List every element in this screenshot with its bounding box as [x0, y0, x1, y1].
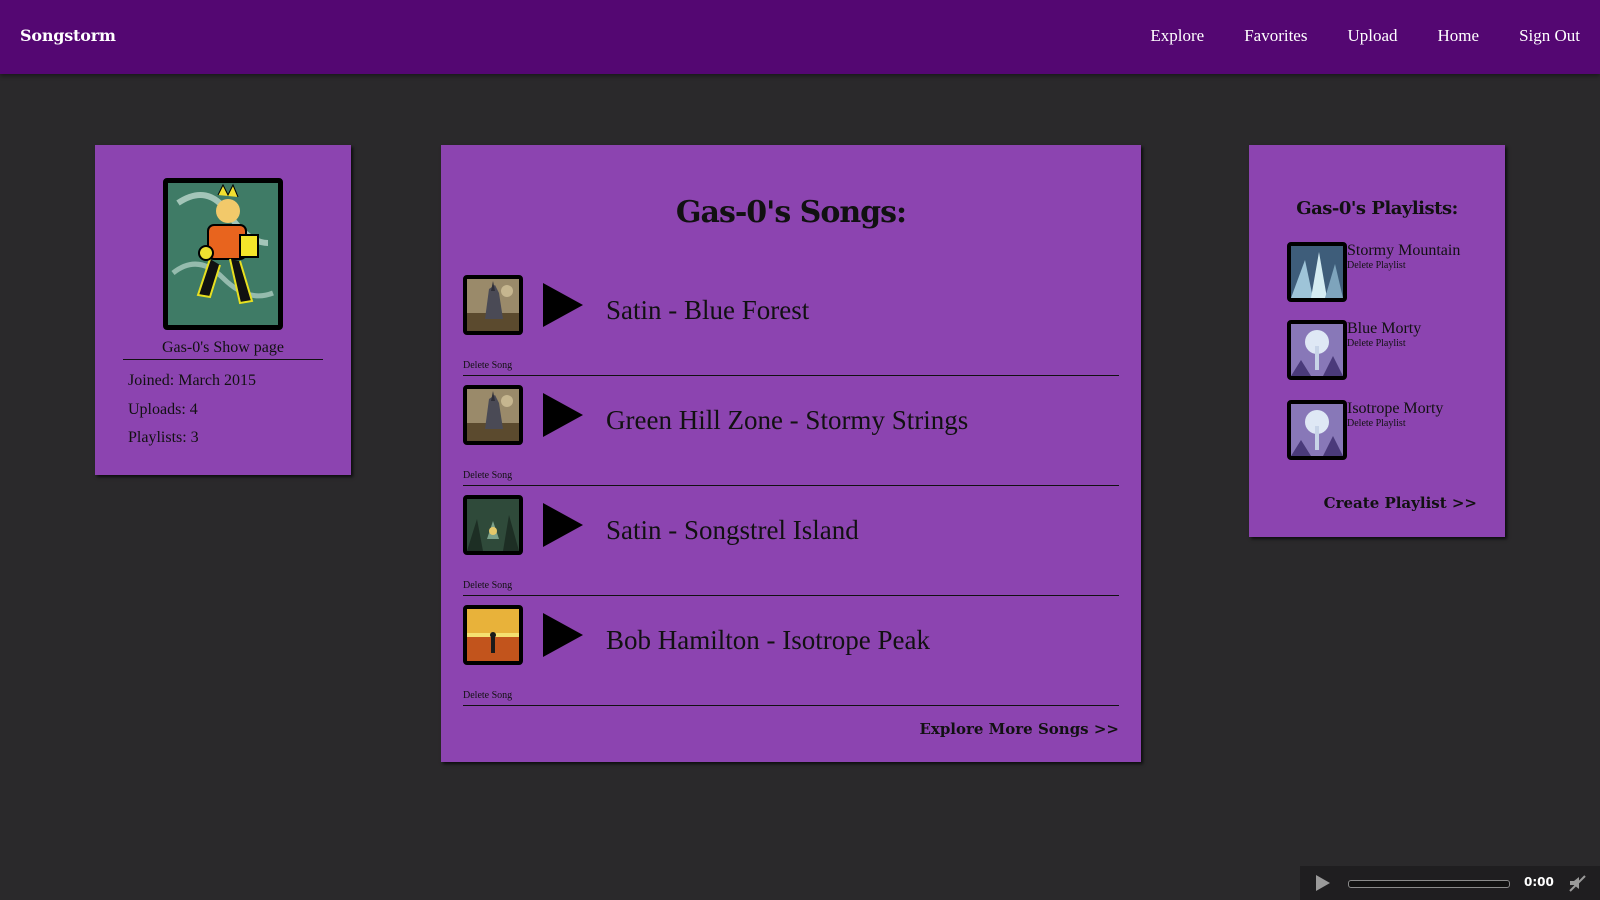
song-thumbnail	[463, 605, 523, 665]
song-title[interactable]: Green Hill Zone - Stormy Strings	[606, 405, 968, 436]
play-icon[interactable]	[543, 283, 583, 327]
song-artwork-icon	[467, 609, 519, 661]
playlist-title[interactable]: Blue Morty	[1347, 320, 1421, 337]
delete-playlist-link[interactable]: Delete Playlist	[1347, 338, 1477, 350]
playlist-artwork-icon	[1291, 404, 1343, 456]
song-title[interactable]: Bob Hamilton - Isotrope Peak	[606, 625, 930, 656]
profile-uploads: Uploads: 4	[128, 401, 198, 418]
delete-playlist-link[interactable]: Delete Playlist	[1347, 260, 1477, 272]
playlists-card: Gas-0's Playlists: Stormy Mountain Delet…	[1249, 145, 1505, 537]
player-play-icon[interactable]	[1316, 875, 1330, 891]
explore-more-songs-link[interactable]: Explore More Songs >>	[919, 720, 1119, 738]
playlist-item: Isotrope Morty Delete Playlist	[1287, 400, 1487, 462]
playlist-title[interactable]: Isotrope Morty	[1347, 400, 1443, 417]
playlist-artwork-icon	[1291, 246, 1343, 298]
player-time: 0:00	[1524, 875, 1554, 889]
profile-avatar	[163, 178, 283, 330]
playlist-artwork-icon	[1291, 324, 1343, 376]
profile-card: Gas-0's Show page Joined: March 2015 Upl…	[95, 145, 351, 475]
playlists-title: Gas-0's Playlists:	[1296, 198, 1458, 219]
song-title[interactable]: Satin - Songstrel Island	[606, 515, 859, 546]
delete-playlist-link[interactable]: Delete Playlist	[1347, 418, 1477, 430]
delete-song-link[interactable]: Delete Song	[463, 360, 512, 371]
brand-logo[interactable]: Songstorm	[20, 26, 116, 45]
song-row: Satin - Songstrel Island Delete Song	[463, 495, 1119, 596]
top-nav-bar: Songstorm Explore Favorites Upload Home …	[0, 0, 1600, 74]
song-artwork-icon	[467, 389, 519, 441]
playlist-thumbnail[interactable]	[1287, 242, 1347, 302]
song-artwork-icon	[467, 499, 519, 551]
delete-song-link[interactable]: Delete Song	[463, 470, 512, 481]
create-playlist-link[interactable]: Create Playlist >>	[1324, 494, 1477, 512]
audio-player: 0:00	[1300, 866, 1600, 900]
play-icon[interactable]	[543, 613, 583, 657]
song-row: Bob Hamilton - Isotrope Peak Delete Song	[463, 605, 1119, 706]
nav-favorites[interactable]: Favorites	[1244, 26, 1307, 46]
song-title[interactable]: Satin - Blue Forest	[606, 295, 809, 326]
nav-sign-out[interactable]: Sign Out	[1519, 26, 1580, 46]
delete-song-link[interactable]: Delete Song	[463, 690, 512, 701]
song-thumbnail	[463, 385, 523, 445]
playlist-thumbnail[interactable]	[1287, 320, 1347, 380]
playlist-item: Stormy Mountain Delete Playlist	[1287, 242, 1487, 304]
player-progress-bar[interactable]	[1348, 880, 1510, 888]
avatar-artwork-icon	[168, 183, 278, 325]
main-nav: Explore Favorites Upload Home Sign Out	[1150, 26, 1600, 46]
song-thumbnail	[463, 275, 523, 335]
nav-explore[interactable]: Explore	[1150, 26, 1204, 46]
profile-playlists-count: Playlists: 3	[128, 429, 199, 446]
nav-home[interactable]: Home	[1438, 26, 1480, 46]
playlist-name: Blue Morty Delete Playlist	[1347, 320, 1477, 350]
play-icon[interactable]	[543, 393, 583, 437]
delete-song-link[interactable]: Delete Song	[463, 580, 512, 591]
song-row: Green Hill Zone - Stormy Strings Delete …	[463, 385, 1119, 486]
song-row: Satin - Blue Forest Delete Song	[463, 275, 1119, 376]
playlist-name: Stormy Mountain Delete Playlist	[1347, 242, 1477, 272]
playlist-thumbnail[interactable]	[1287, 400, 1347, 460]
playlist-item: Blue Morty Delete Playlist	[1287, 320, 1487, 382]
play-icon[interactable]	[543, 503, 583, 547]
profile-joined: Joined: March 2015	[128, 372, 256, 389]
song-thumbnail	[463, 495, 523, 555]
song-artwork-icon	[467, 279, 519, 331]
playlist-name: Isotrope Morty Delete Playlist	[1347, 400, 1477, 430]
volume-muted-icon[interactable]	[1568, 874, 1586, 892]
songs-card: Gas-0's Songs: Satin - Blue Forest Delet…	[441, 145, 1141, 762]
songs-title: Gas-0's Songs:	[675, 195, 907, 230]
playlist-title[interactable]: Stormy Mountain	[1347, 242, 1460, 259]
profile-title: Gas-0's Show page	[123, 339, 323, 360]
nav-upload[interactable]: Upload	[1347, 26, 1397, 46]
